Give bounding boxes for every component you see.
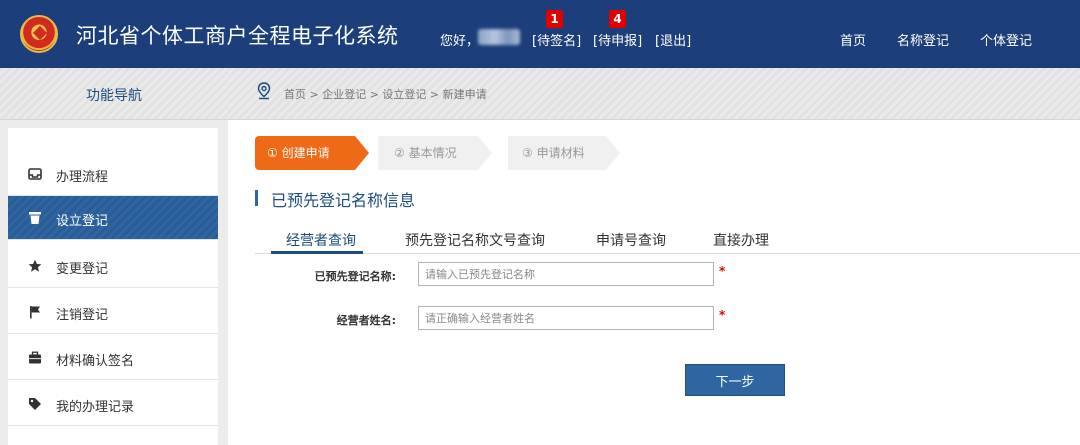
tray-icon — [28, 168, 42, 180]
briefcase-icon — [29, 351, 41, 364]
step-arrow — [478, 136, 492, 170]
step-label: ① 创建申请 — [267, 146, 330, 160]
sidebar-item-establish[interactable]: 设立登记 — [8, 196, 218, 240]
sidebar-item-label: 注销登记 — [56, 308, 109, 323]
pending-submit-link[interactable]: [待申报] — [593, 30, 642, 49]
sidebar-item-cancel[interactable]: 注销登记 — [8, 290, 218, 334]
breadcrumb: 首页 > 企业登记 > 设立登记 > 新建申请 — [284, 88, 487, 101]
sidebar-item-change[interactable]: 变更登记 — [8, 244, 218, 288]
sidebar-item-label: 变更登记 — [56, 262, 109, 277]
pending-submit-count-badge: 4 — [609, 10, 626, 28]
active-tab-underline — [271, 251, 363, 254]
trash-icon — [29, 212, 41, 224]
required-mark: * — [719, 264, 726, 278]
sidebar-item-material-sign[interactable]: 材料确认签名 — [8, 336, 218, 380]
operator-name-label: 经营者姓名: — [336, 314, 396, 327]
pending-sign-link[interactable]: [待签名] — [532, 30, 581, 49]
sidebar-item-label: 办理流程 — [56, 170, 109, 185]
sidebar-item-label: 材料确认签名 — [56, 354, 135, 369]
tab-operator-query[interactable]: 经营者查询 — [286, 230, 356, 250]
sidebar-item-my-records[interactable]: 我的办理记录 — [8, 382, 218, 426]
section-title-marker — [255, 190, 258, 206]
tag-icon — [29, 398, 41, 410]
nav-home[interactable]: 首页 — [840, 30, 866, 49]
tab-direct-processing[interactable]: 直接办理 — [713, 230, 769, 250]
operator-name-input[interactable] — [418, 306, 714, 330]
tab-application-number-query[interactable]: 申请号查询 — [596, 230, 666, 250]
registered-name-label: 已预先登记名称: — [314, 270, 396, 283]
next-step-button[interactable]: 下一步 — [685, 364, 785, 396]
tab-name-document-query[interactable]: 预先登记名称文号查询 — [405, 230, 545, 250]
greeting-text: 您好， — [440, 34, 480, 49]
logout-link[interactable]: [退出] — [655, 30, 691, 49]
username-redacted — [478, 29, 520, 45]
step-label: ③ 申请材料 — [522, 146, 585, 160]
location-pin-icon — [257, 82, 271, 100]
step-arrow — [355, 136, 369, 170]
national-emblem-logo — [20, 15, 58, 53]
section-title: 已预先登记名称信息 — [271, 191, 416, 210]
registered-name-input[interactable] — [418, 262, 714, 286]
star-icon — [28, 259, 42, 272]
app-title: 河北省个体工商户全程电子化系统 — [76, 24, 399, 48]
sidebar-heading: 功能导航 — [86, 88, 142, 104]
main-content: ① 创建申请 ② 基本情况 ③ 申请材料 已预先登记名称信息 经营者查询 预先登… — [228, 120, 1080, 445]
step-arrow — [606, 136, 620, 170]
tabs-divider — [255, 253, 1080, 254]
sidebar-item-label: 设立登记 — [56, 214, 109, 229]
flag-icon — [30, 306, 40, 319]
sidebar-item-label: 我的办理记录 — [56, 400, 135, 415]
sidebar-item-process[interactable]: 办理流程 — [8, 152, 218, 196]
sidebar-heading-bar: 功能导航 — [0, 68, 228, 120]
step-create-application: ① 创建申请 — [255, 136, 369, 170]
sidebar: 办理流程 设立登记 变更登记 注销登记 材料确认签名 我的办理记录 — [8, 128, 218, 445]
top-header: 河北省个体工商户全程电子化系统 您好， 1 [待签名] 4 [待申报] [退出]… — [0, 0, 1080, 68]
pending-sign-count-badge: 1 — [546, 10, 563, 28]
nav-individual-registration[interactable]: 个体登记 — [980, 30, 1032, 49]
required-mark: * — [719, 308, 726, 322]
nav-name-registration[interactable]: 名称登记 — [897, 30, 949, 49]
step-application-materials: ③ 申请材料 — [508, 136, 620, 170]
breadcrumb-bar: 首页 > 企业登记 > 设立登记 > 新建申请 — [228, 68, 1080, 120]
step-basic-info: ② 基本情况 — [378, 136, 492, 170]
step-label: ② 基本情况 — [394, 146, 457, 160]
